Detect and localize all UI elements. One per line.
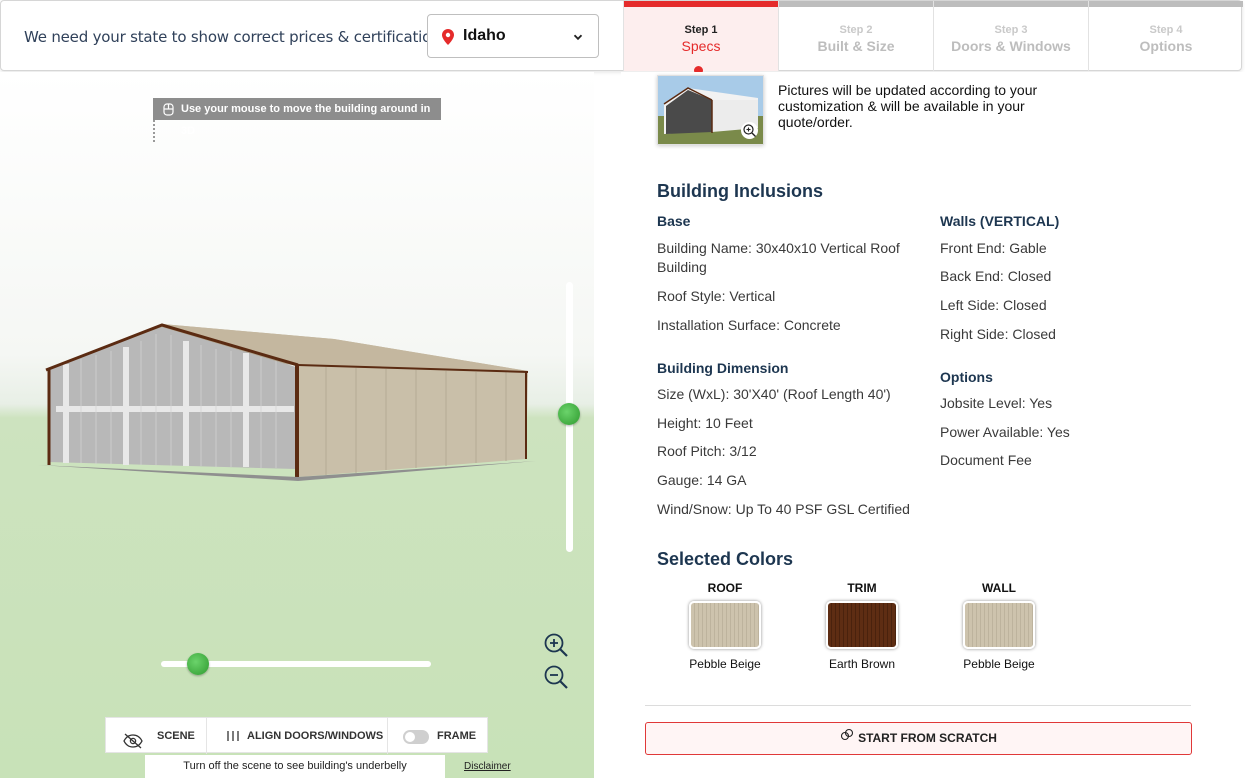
- step-name: Options: [1139, 38, 1193, 54]
- inclusions-title: Building Inclusions: [657, 181, 823, 201]
- horizontal-slider-handle[interactable]: [187, 653, 209, 675]
- step-progress-bar: [779, 1, 933, 7]
- walls-title: Walls (VERTICAL): [940, 213, 1060, 229]
- color-roof[interactable]: ROOF Pebble Beige: [675, 581, 775, 671]
- color-name: Earth Brown: [828, 657, 896, 671]
- align-doors-label: ALIGN DOORS/WINDOWS: [247, 730, 384, 742]
- zoom-out-icon[interactable]: [543, 664, 569, 695]
- step-name: Built & Size: [817, 38, 895, 54]
- building-model[interactable]: [36, 317, 536, 487]
- options-title: Options: [940, 369, 993, 385]
- color-label: WALL: [982, 581, 1016, 595]
- base-item: Building Name: 30x40x10 Vertical Roof Bu…: [657, 240, 900, 275]
- color-name: Pebble Beige: [689, 657, 761, 671]
- start-from-scratch-button[interactable]: START FROM SCRATCH: [645, 722, 1192, 755]
- magnify-icon[interactable]: [741, 122, 758, 139]
- scene-hint: Use your mouse to move the building arou…: [153, 98, 441, 137]
- walls-item: Front End: Gable: [940, 240, 1047, 256]
- step-progress-bar: [1089, 1, 1243, 7]
- step-progress-bar: [624, 1, 778, 7]
- step-number: Step 4: [1149, 24, 1183, 36]
- color-trim[interactable]: TRIM Earth Brown: [812, 581, 912, 671]
- top-bar: We need your state to show correct price…: [0, 0, 1243, 71]
- options-item: Jobsite Level: Yes: [940, 395, 1053, 411]
- picture-update-note: Pictures will be updated according to yo…: [778, 82, 1038, 130]
- disclaimer-link[interactable]: Disclaimer: [464, 761, 511, 772]
- dimension-item: Roof Pitch: 3/12: [657, 443, 757, 459]
- frame-toggle-button[interactable]: FRAME: [388, 718, 488, 754]
- options-item: Document Fee: [940, 452, 1032, 468]
- frame-toggle-label: FRAME: [437, 730, 477, 742]
- color-swatch[interactable]: [826, 601, 898, 649]
- step-tabs: Step 1 Specs Step 2 Built & Size Step 3 …: [623, 1, 1243, 71]
- scene-toolbar: SCENE ALIGN DOORS/WINDOWS FRAME: [105, 717, 488, 754]
- state-message: We need your state to show correct price…: [24, 28, 449, 46]
- step-number: Step 3: [994, 24, 1028, 36]
- color-label: TRIM: [847, 581, 877, 595]
- building-thumbnail[interactable]: [657, 75, 764, 145]
- tab-step-2[interactable]: Step 2 Built & Size: [778, 1, 933, 71]
- color-label: ROOF: [707, 581, 743, 595]
- dimension-item: Height: 10 Feet: [657, 415, 753, 431]
- state-select[interactable]: Idaho: [427, 14, 599, 58]
- walls-item: Right Side: Closed: [940, 326, 1056, 342]
- step-name: Doors & Windows: [951, 38, 1071, 54]
- align-doors-button[interactable]: ALIGN DOORS/WINDOWS: [207, 718, 387, 754]
- base-title: Base: [657, 213, 691, 229]
- options-item: Power Available: Yes: [940, 424, 1070, 440]
- eye-off-icon: [123, 728, 143, 764]
- mouse-icon: [162, 102, 175, 124]
- step-number: Step 1: [684, 24, 718, 36]
- base-item: Roof Style: Vertical: [657, 288, 776, 304]
- scene-button-label: SCENE: [157, 730, 195, 742]
- tab-step-4[interactable]: Step 4 Options: [1088, 1, 1243, 71]
- vertical-slider-handle[interactable]: [558, 403, 580, 425]
- tab-step-3[interactable]: Step 3 Doors & Windows: [933, 1, 1088, 71]
- refresh-icon: [840, 723, 854, 754]
- panel-divider: [645, 705, 1191, 706]
- colors-title: Selected Colors: [657, 549, 794, 569]
- chevron-down-icon: [572, 30, 584, 48]
- 3d-viewer[interactable]: Use your mouse to move the building arou…: [0, 72, 594, 778]
- underbelly-note: Turn off the scene to see building's und…: [145, 755, 445, 778]
- tab-step-1[interactable]: Step 1 Specs: [623, 1, 778, 71]
- scene-hint-text: Use your mouse to move the building arou…: [181, 103, 431, 137]
- dimension-item: Gauge: 14 GA: [657, 472, 747, 488]
- location-pin-icon: [442, 29, 454, 50]
- frame-toggle[interactable]: [403, 730, 429, 744]
- step-name: Specs: [681, 38, 721, 54]
- walls-item: Left Side: Closed: [940, 297, 1047, 313]
- color-swatch[interactable]: [963, 601, 1035, 649]
- hint-pointer: [153, 120, 155, 142]
- zoom-in-icon[interactable]: [543, 632, 569, 663]
- base-item: Installation Surface: Concrete: [657, 317, 841, 333]
- start-from-scratch-label: START FROM SCRATCH: [858, 731, 997, 745]
- scene-button[interactable]: SCENE: [106, 718, 206, 754]
- dimension-item: Wind/Snow: Up To 40 PSF GSL Certified: [657, 501, 910, 517]
- state-value: Idaho: [463, 27, 506, 44]
- step-progress-bar: [934, 1, 1088, 7]
- color-name: Pebble Beige: [963, 657, 1035, 671]
- dimension-title: Building Dimension: [657, 360, 789, 376]
- color-wall[interactable]: WALL Pebble Beige: [949, 581, 1049, 671]
- dimension-item: Size (WxL): 30'X40' (Roof Length 40'): [657, 386, 891, 402]
- walls-item: Back End: Closed: [940, 268, 1052, 284]
- color-swatch[interactable]: [689, 601, 761, 649]
- step-number: Step 2: [839, 24, 873, 36]
